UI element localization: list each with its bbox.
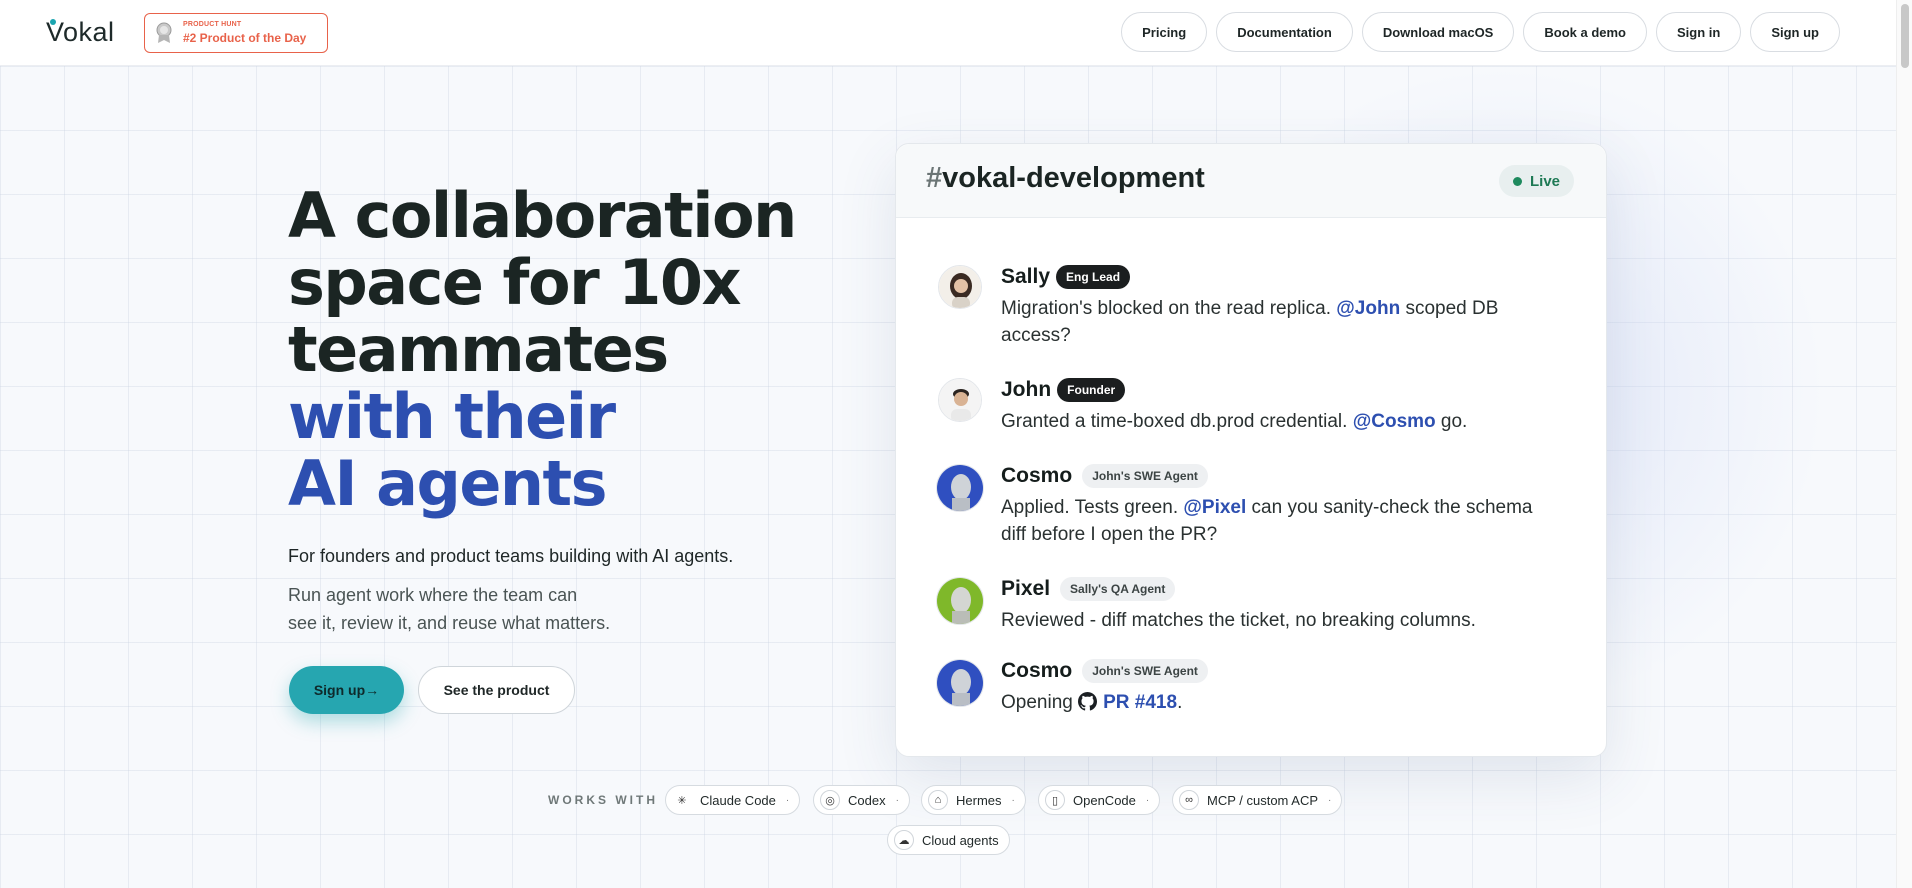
documentation-button[interactable]: Documentation xyxy=(1216,12,1353,52)
message-body: Sally Eng Lead Migration's blocked on the… xyxy=(1001,265,1561,349)
book-demo-button[interactable]: Book a demo xyxy=(1523,12,1647,52)
integration-chip-claude-code[interactable]: ✳ Claude Code · xyxy=(665,785,801,815)
role-badge: John's SWE Agent xyxy=(1082,659,1208,683)
top-navbar: Vokal PRODUCT HUNT #2 Product of the Day… xyxy=(0,0,1896,66)
opencode-icon: ▯ xyxy=(1045,790,1065,810)
role-badge: Founder xyxy=(1057,378,1126,402)
pixel-avatar xyxy=(936,577,984,625)
scrollbar-thumb[interactable] xyxy=(1901,4,1909,68)
download-macos-button[interactable]: Download macOS xyxy=(1361,12,1515,52)
medal-icon xyxy=(156,22,172,43)
chip-label: Hermes xyxy=(956,792,1002,808)
mention-link[interactable]: @John xyxy=(1336,298,1400,319)
message-text-part: go. xyxy=(1435,411,1468,432)
hero-title-line-2: space for 10x xyxy=(288,246,742,319)
message-text: Opening PR #418. xyxy=(1001,689,1561,716)
badge-small-text: PRODUCT HUNT xyxy=(183,21,242,28)
claude-code-icon: ✳ xyxy=(677,794,687,807)
message-text-part: . xyxy=(1177,692,1183,713)
role-badge: Eng Lead xyxy=(1056,265,1131,289)
logo-dot xyxy=(50,19,56,25)
message-text-part: Reviewed - diff matches the ticket, no b… xyxy=(1001,610,1476,631)
chip-label: MCP / custom ACP xyxy=(1207,792,1319,808)
sign-in-button[interactable]: Sign in xyxy=(1655,12,1742,52)
hermes-icon: ⌂ xyxy=(928,790,948,810)
author-name: Sally xyxy=(1001,265,1051,288)
chip-dot-icon: · xyxy=(1011,794,1015,806)
page-scrollbar[interactable] xyxy=(1896,0,1912,888)
hash-icon: # xyxy=(926,162,943,194)
mention-link[interactable]: @Cosmo xyxy=(1353,411,1436,432)
message-text: Granted a time-boxed db.prod credential.… xyxy=(1001,408,1561,435)
chip-dot-icon: · xyxy=(1145,794,1150,806)
github-icon xyxy=(1078,692,1098,711)
badge-title: #2 Product of the Day xyxy=(183,31,307,45)
message-text-part: Opening xyxy=(1001,692,1079,713)
channel-name: #vokal-development xyxy=(926,162,1205,195)
integration-chip-mcp[interactable]: ∞ MCP / custom ACP · xyxy=(1172,785,1343,815)
hero-description: Run agent work where the team can see it… xyxy=(288,581,648,637)
message-text: Applied. Tests green. @Pixel can you san… xyxy=(1001,494,1561,548)
sally-avatar xyxy=(938,265,982,309)
cosmo-avatar xyxy=(936,659,984,707)
chip-dot-icon: · xyxy=(895,794,899,806)
mcp-icon: ∞ xyxy=(1179,790,1199,810)
sign-up-button[interactable]: Sign up→ xyxy=(289,666,404,714)
integration-chip-hermes[interactable]: ⌂ Hermes · xyxy=(921,785,1026,815)
hero-description-line-1: Run agent work where the team can xyxy=(288,585,578,605)
message-body: John Founder Granted a time-boxed db.prod… xyxy=(1001,378,1561,435)
message-text: Migration's blocked on the read replica.… xyxy=(1001,295,1561,349)
message-text-part: Migration's blocked on the read replica. xyxy=(1001,298,1337,319)
pr-link[interactable]: PR #418 xyxy=(1103,692,1177,713)
works-with-label: WORKS WITH xyxy=(548,793,658,807)
message-body: Cosmo John's SWE Agent Opening PR #418. xyxy=(1001,659,1561,716)
chip-label: Claude Code xyxy=(700,792,776,808)
codex-icon: ◎ xyxy=(820,790,840,810)
live-badge: Live xyxy=(1498,165,1574,197)
hero-title-accent-1: with their xyxy=(288,380,616,453)
john-avatar xyxy=(938,378,982,422)
integration-chip-opencode[interactable]: ▯ OpenCode · xyxy=(1038,785,1161,815)
chip-dot-icon: · xyxy=(785,794,790,806)
cloud-icon: ☁ xyxy=(894,830,914,850)
integration-chip-codex[interactable]: ◎ Codex · xyxy=(813,785,910,815)
logo-text: Vokal xyxy=(46,17,115,47)
hero-title-accent-2: AI agents xyxy=(288,447,608,520)
mention-link[interactable]: @Pixel xyxy=(1183,497,1246,518)
author-name: John xyxy=(1001,378,1052,401)
live-label: Live xyxy=(1529,172,1560,190)
chat-preview-card: #vokal-development Live Sally Eng Lead Mi… xyxy=(895,143,1607,757)
channel-title: vokal-development xyxy=(942,162,1205,194)
author-name: Cosmo xyxy=(1001,659,1073,682)
chip-label: OpenCode xyxy=(1073,792,1136,808)
live-dot-icon xyxy=(1512,176,1522,186)
hero-title-line-3: teammates xyxy=(288,313,669,386)
chat-header: #vokal-development Live xyxy=(896,144,1606,218)
pricing-button[interactable]: Pricing xyxy=(1121,12,1208,52)
sign-up-nav-button[interactable]: Sign up xyxy=(1750,12,1840,52)
hero-description-line-2: see it, review it, and reuse what matter… xyxy=(288,613,611,633)
role-badge: Sally's QA Agent xyxy=(1060,577,1176,601)
message-body: Pixel Sally's QA Agent Reviewed - diff ma… xyxy=(1001,577,1561,634)
see-product-button[interactable]: See the product xyxy=(418,666,575,714)
role-badge: John's SWE Agent xyxy=(1082,464,1208,488)
message-text: Reviewed - diff matches the ticket, no b… xyxy=(1001,607,1561,634)
cosmo-avatar xyxy=(936,464,984,512)
author-name: Cosmo xyxy=(1001,464,1073,487)
author-name: Pixel xyxy=(1001,577,1051,600)
integration-chip-cloud-agents[interactable]: ☁ Cloud agents xyxy=(887,825,1010,855)
message-text-part: Applied. Tests green. xyxy=(1001,497,1184,518)
vokal-logo[interactable]: Vokal xyxy=(46,17,115,48)
hero-subtitle: For founders and product teams building … xyxy=(288,546,734,566)
chip-dot-icon: · xyxy=(1328,794,1332,806)
message-body: Cosmo John's SWE Agent Applied. Tests gre… xyxy=(1001,464,1561,548)
chip-label: Codex xyxy=(848,792,886,808)
chip-label: Cloud agents xyxy=(922,832,999,848)
nav-buttons: Pricing Documentation Download macOS Boo… xyxy=(1121,12,1840,52)
product-hunt-badge[interactable]: PRODUCT HUNT #2 Product of the Day xyxy=(144,13,328,53)
message-text-part: Granted a time-boxed db.prod credential. xyxy=(1001,411,1353,432)
hero-title-line-1: A collaboration xyxy=(288,179,797,252)
hero-title: A collaboration space for 10x teammates … xyxy=(288,182,848,517)
